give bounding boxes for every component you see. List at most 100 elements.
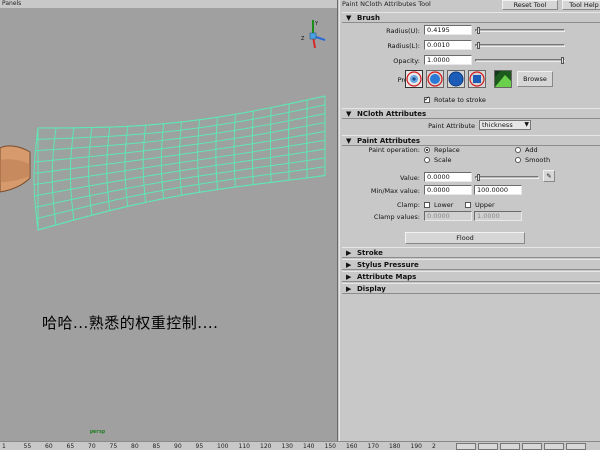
collapsed-arrow-icon: ▶ (346, 285, 352, 293)
playback-forward-button[interactable] (544, 443, 564, 450)
flood-button[interactable]: Flood (405, 232, 525, 244)
profile-file-preview[interactable] (494, 70, 512, 88)
sleeve-surface[interactable] (37, 95, 326, 231)
min-value-field[interactable]: 0.0000 (424, 185, 472, 195)
clamp-min-field[interactable]: 0.0000 (424, 211, 472, 221)
playback-play-back-button[interactable] (500, 443, 520, 450)
time-slider-tick-label: 190 (410, 443, 422, 450)
clamp-upper-checkbox[interactable] (465, 202, 471, 208)
section-attribute-maps[interactable]: ▶ Attribute Maps (342, 271, 600, 282)
viewport-3d[interactable]: Panels Z Y 哈哈...熟悉的权重控制.... persp (0, 0, 338, 441)
time-slider[interactable]: 1 55 60 65 70 75 80 85 90 95 100 110 120 130 140 150 160… (0, 441, 600, 450)
opacity-field[interactable]: 1.0000 (424, 55, 472, 65)
playback-end-button[interactable] (566, 443, 586, 450)
radius-u-slider-handle[interactable] (477, 27, 480, 34)
section-display[interactable]: ▶ Display (342, 283, 600, 294)
svg-text:Z: Z (301, 36, 305, 42)
time-slider-tick-label: 60 (45, 443, 53, 450)
section-stroke-label: Stroke (357, 249, 383, 257)
section-brush[interactable]: ▼ Brush (342, 12, 600, 23)
paint-attribute-label: Paint Attribute (428, 122, 475, 130)
radius-l-slider-handle[interactable] (477, 42, 480, 49)
section-attribute-maps-label: Attribute Maps (357, 273, 417, 281)
collapsed-arrow-icon: ▶ (346, 261, 352, 269)
clamp-upper-label: Upper (475, 201, 495, 209)
radius-u-slider[interactable] (475, 29, 565, 32)
solid-brush-icon (448, 71, 464, 87)
paint-attribute-dropdown[interactable]: thickness ▼ (479, 120, 531, 130)
operation-smooth-radio[interactable] (515, 157, 521, 163)
time-slider-tick-label: 55 (23, 443, 32, 450)
profile-gaussian-button[interactable] (405, 70, 423, 88)
value-slider-handle[interactable] (477, 174, 480, 181)
operation-scale-label: Scale (434, 156, 452, 164)
operation-replace-radio[interactable] (424, 147, 430, 153)
playback-play-button[interactable] (522, 443, 542, 450)
opacity-slider[interactable] (475, 59, 565, 62)
eyedropper-icon: ✎ (546, 172, 552, 180)
time-slider-tick-label: 180 (389, 443, 401, 450)
playback-start-button[interactable] (456, 443, 476, 450)
operation-scale-radio[interactable] (424, 157, 430, 163)
section-stroke[interactable]: ▶ Stroke (342, 247, 600, 258)
time-slider-tick-label: 95 (195, 443, 204, 450)
maya-window: Panels Z Y 哈哈...熟悉的权重控制.... persp 1 55 60 6… (0, 0, 600, 450)
value-field[interactable]: 0.0000 (424, 172, 472, 182)
value-slider[interactable] (475, 176, 539, 179)
chevron-down-icon: ▼ (524, 121, 529, 128)
time-slider-tick-label: 1 (2, 443, 6, 450)
section-ncloth-label: NCloth Attributes (357, 110, 427, 118)
paint-attribute-value: thickness (482, 121, 513, 129)
rotate-to-stroke-checkbox[interactable] (424, 95, 430, 103)
section-ncloth-attributes[interactable]: ▼ NCloth Attributes (342, 108, 600, 119)
radius-l-field[interactable]: 0.0010 (424, 40, 472, 50)
soft-brush-icon (427, 71, 443, 87)
profile-square-button[interactable] (468, 70, 486, 88)
operation-add-label: Add (525, 146, 538, 154)
eyedropper-button[interactable]: ✎ (543, 170, 555, 182)
collapsed-arrow-icon: ▶ (346, 249, 352, 257)
opacity-slider-handle[interactable] (561, 57, 564, 64)
expanded-arrow-icon: ▼ (346, 137, 352, 145)
tool-settings-title: Paint NCloth Attributes Tool (342, 0, 431, 8)
clamp-max-field[interactable]: 1.0000 (474, 211, 522, 221)
ncloth-sleeve-mesh[interactable] (0, 8, 338, 441)
time-slider-tick-label: 110 (238, 443, 250, 450)
time-slider-tick-label: 170 (367, 443, 379, 450)
operation-smooth-label: Smooth (525, 156, 551, 164)
time-slider-tick-label: 100 (217, 443, 229, 450)
section-brush-label: Brush (357, 14, 380, 22)
radius-u-field[interactable]: 0.4195 (424, 25, 472, 35)
paint-operation-label: Paint operation: (368, 146, 420, 154)
section-stylus-pressure[interactable]: ▶ Stylus Pressure (342, 259, 600, 270)
mesh-edge-loop (33, 127, 39, 231)
viewport-menu-title[interactable]: Panels (0, 0, 337, 8)
time-slider-tick-label: 85 (152, 443, 161, 450)
time-slider-tick-label: 75 (109, 443, 118, 450)
radius-l-slider[interactable] (475, 44, 565, 47)
tool-help-button[interactable]: Tool Help (562, 0, 600, 10)
minmax-label: Min/Max value: (370, 187, 420, 195)
time-slider-tick-label: 150 (324, 443, 336, 450)
gaussian-brush-icon (406, 71, 422, 87)
value-label: Value: (399, 174, 420, 182)
clamp-lower-label: Lower (434, 201, 454, 209)
time-slider-tick-label: 120 (260, 443, 272, 450)
expanded-arrow-icon: ▼ (346, 14, 352, 22)
profile-solid-button[interactable] (447, 70, 465, 88)
browse-button[interactable]: Browse (517, 71, 553, 87)
clamp-values-label: Clamp values: (373, 213, 420, 221)
viewport-caption: 哈哈...熟悉的权重控制.... (42, 314, 219, 332)
clamp-lower-checkbox[interactable] (424, 202, 430, 208)
reset-tool-button[interactable]: Reset Tool (502, 0, 558, 10)
operation-add-radio[interactable] (515, 147, 521, 153)
expanded-arrow-icon: ▼ (346, 110, 352, 118)
max-value-field[interactable]: 100.0000 (474, 185, 522, 195)
radius-l-label: Radius(L): (387, 42, 420, 50)
playback-back-button[interactable] (478, 443, 498, 450)
camera-label: persp (90, 429, 106, 435)
section-paint-attributes[interactable]: ▼ Paint Attributes (342, 135, 600, 146)
image-brush-icon (495, 71, 511, 87)
profile-soft-button[interactable] (426, 70, 444, 88)
svg-text:Y: Y (314, 21, 319, 27)
